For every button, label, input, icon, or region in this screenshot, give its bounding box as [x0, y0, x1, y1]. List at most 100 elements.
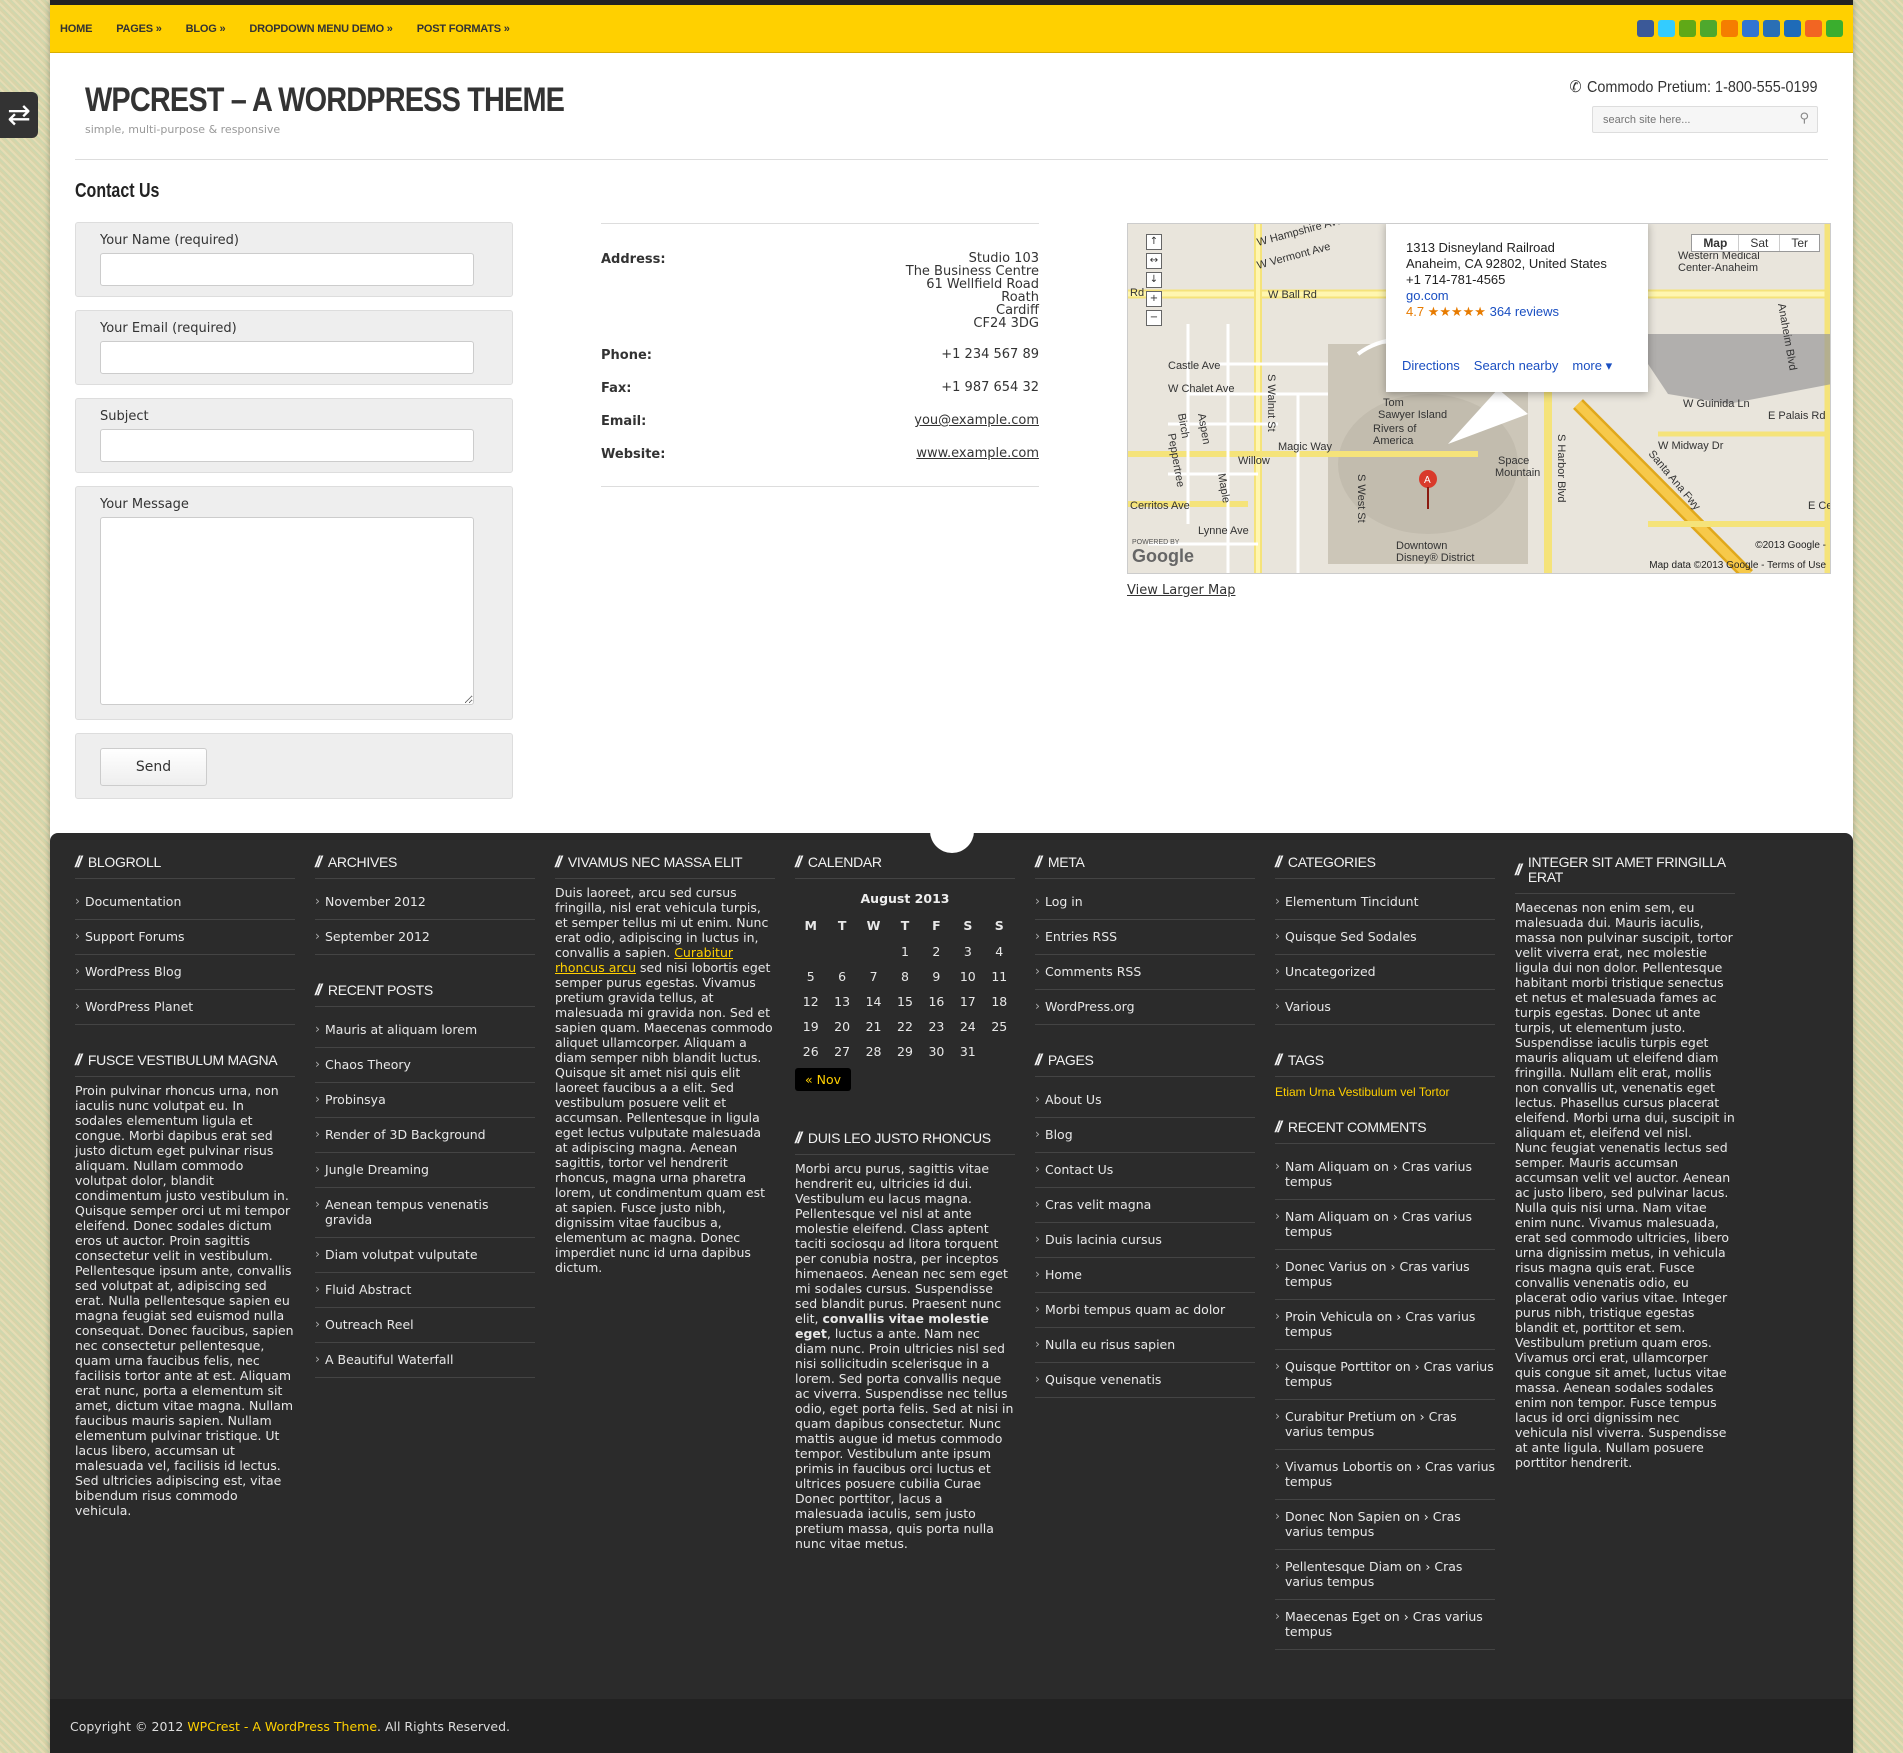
- list-item[interactable]: Outreach Reel: [315, 1308, 535, 1343]
- nav-item-dropdown-demo[interactable]: Dropdown Menu Demo »: [249, 23, 392, 35]
- pan-left-right-icon[interactable]: ↔: [1146, 253, 1162, 269]
- blogger-icon[interactable]: [1721, 20, 1738, 37]
- site-title[interactable]: WPCREST – A WORDPRESS THEME: [85, 81, 565, 120]
- list-item[interactable]: Log in: [1035, 885, 1255, 920]
- list-item[interactable]: Cras velit magna: [1035, 1188, 1255, 1223]
- tag-cloud[interactable]: Etiam Urna Vestibulum vel Tortor: [1275, 1085, 1495, 1100]
- google-icon[interactable]: [1679, 20, 1696, 37]
- calendar-day: [795, 939, 826, 964]
- comment-item[interactable]: Quisque Porttitor on › Cras varius tempu…: [1275, 1350, 1495, 1400]
- list-item[interactable]: Probinsya: [315, 1083, 535, 1118]
- rss-icon[interactable]: [1805, 20, 1822, 37]
- email-field[interactable]: [100, 341, 474, 374]
- skype-icon[interactable]: [1826, 20, 1843, 37]
- name-field[interactable]: [100, 253, 474, 286]
- digg-icon[interactable]: [1784, 20, 1801, 37]
- fax-value: +1 987 654 32: [941, 380, 1039, 395]
- comment-author[interactable]: Curabitur Pretium on ›: [1285, 1409, 1429, 1424]
- list-item[interactable]: Diam volutpat vulputate: [315, 1238, 535, 1273]
- comment-author[interactable]: Nam Aliquam on ›: [1285, 1209, 1402, 1224]
- twitter-icon[interactable]: [1658, 20, 1675, 37]
- list-item[interactable]: Fluid Abstract: [315, 1273, 535, 1308]
- nav-item-home[interactable]: Home: [60, 23, 92, 35]
- comment-item[interactable]: Donec Varius on › Cras varius tempus: [1275, 1250, 1495, 1300]
- pan-down-icon[interactable]: ↓: [1146, 272, 1162, 288]
- website-link[interactable]: www.example.com: [916, 446, 1039, 461]
- list-item[interactable]: WordPress Planet: [75, 990, 295, 1025]
- list-item[interactable]: WordPress Blog: [75, 955, 295, 990]
- comment-author[interactable]: Quisque Porttitor on ›: [1285, 1359, 1424, 1374]
- subject-field[interactable]: [100, 429, 474, 462]
- comment-author[interactable]: Proin Vehicula on ›: [1285, 1309, 1405, 1324]
- comment-author[interactable]: Pellentesque Diam on ›: [1285, 1559, 1434, 1574]
- google-map[interactable]: A W Ball Rd Magic Way Cerritos Ave W Mid…: [1127, 223, 1831, 574]
- zoom-in-icon[interactable]: +: [1146, 291, 1162, 307]
- facebook-icon[interactable]: [1637, 20, 1654, 37]
- view-larger-map-link[interactable]: View Larger Map: [1127, 583, 1235, 598]
- list-item[interactable]: Elementum Tincidunt: [1275, 885, 1495, 920]
- comment-author[interactable]: Donec Non Sapien on ›: [1285, 1509, 1433, 1524]
- list-item[interactable]: Quisque venenatis: [1035, 1363, 1255, 1398]
- comment-author[interactable]: Vivamus Lobortis on ›: [1285, 1459, 1425, 1474]
- comment-item[interactable]: Nam Aliquam on › Cras varius tempus: [1275, 1200, 1495, 1250]
- list-item[interactable]: Contact Us: [1035, 1153, 1255, 1188]
- list-item[interactable]: Various: [1275, 990, 1495, 1025]
- nav-item-blog[interactable]: Blog »: [186, 23, 226, 35]
- search-input[interactable]: [1593, 107, 1783, 132]
- list-item[interactable]: Home: [1035, 1258, 1255, 1293]
- more-link[interactable]: more ▾: [1572, 358, 1612, 374]
- search-icon[interactable]: ⚲: [1799, 111, 1809, 126]
- pan-up-icon[interactable]: ↑: [1146, 234, 1162, 250]
- popup-reviews-link[interactable]: 364 reviews: [1490, 304, 1559, 319]
- copyright-link[interactable]: WPCrest - A WordPress Theme: [187, 1719, 377, 1734]
- list-item[interactable]: Jungle Dreaming: [315, 1153, 535, 1188]
- delicious-icon[interactable]: [1742, 20, 1759, 37]
- comment-author[interactable]: Maecenas Eget on ›: [1285, 1609, 1413, 1624]
- calendar-prev-link[interactable]: « Nov: [795, 1068, 852, 1091]
- comment-author[interactable]: Nam Aliquam on ›: [1285, 1159, 1402, 1174]
- list-item[interactable]: Duis lacinia cursus: [1035, 1223, 1255, 1258]
- style-switcher-icon[interactable]: ⇄: [0, 92, 38, 138]
- map-type-sat[interactable]: Sat: [1738, 235, 1779, 251]
- comment-item[interactable]: Proin Vehicula on › Cras varius tempus: [1275, 1300, 1495, 1350]
- search-nearby-link[interactable]: Search nearby: [1474, 358, 1559, 374]
- list-item[interactable]: WordPress.org: [1035, 990, 1255, 1025]
- map-type-ter[interactable]: Ter: [1779, 235, 1819, 251]
- comment-item[interactable]: Maecenas Eget on › Cras varius tempus: [1275, 1600, 1495, 1650]
- email-link[interactable]: you@example.com: [914, 413, 1039, 428]
- list-item[interactable]: Chaos Theory: [315, 1048, 535, 1083]
- zoom-out-icon[interactable]: −: [1146, 310, 1162, 326]
- list-item[interactable]: Uncategorized: [1275, 955, 1495, 990]
- list-item[interactable]: Render of 3D Background: [315, 1118, 535, 1153]
- list-item[interactable]: November 2012: [315, 885, 535, 920]
- list-item[interactable]: Quisque Sed Sodales: [1275, 920, 1495, 955]
- list-item[interactable]: Support Forums: [75, 920, 295, 955]
- directions-link[interactable]: Directions: [1402, 358, 1460, 374]
- nav-item-pages[interactable]: Pages »: [116, 23, 162, 35]
- comment-item[interactable]: Pellentesque Diam on › Cras varius tempu…: [1275, 1550, 1495, 1600]
- list-item[interactable]: About Us: [1035, 1083, 1255, 1118]
- send-button[interactable]: Send: [100, 748, 207, 786]
- list-item[interactable]: Morbi tempus quam ac dolor: [1035, 1293, 1255, 1328]
- list-item[interactable]: Aenean tempus venenatis gravida: [315, 1188, 535, 1238]
- comment-author[interactable]: Donec Varius on ›: [1285, 1259, 1400, 1274]
- list-item[interactable]: Documentation: [75, 885, 295, 920]
- message-field[interactable]: [100, 517, 474, 705]
- comment-item[interactable]: Nam Aliquam on › Cras varius tempus: [1275, 1150, 1495, 1200]
- map-copyright[interactable]: Map data ©2013 Google - Terms of Use: [1649, 560, 1826, 571]
- map-type-map[interactable]: Map: [1692, 235, 1738, 251]
- stumbleupon-icon[interactable]: [1700, 20, 1717, 37]
- list-item[interactable]: Comments RSS: [1035, 955, 1255, 990]
- nav-item-post-formats[interactable]: Post Formats »: [417, 23, 510, 35]
- list-item[interactable]: Entries RSS: [1035, 920, 1255, 955]
- comment-item[interactable]: Donec Non Sapien on › Cras varius tempus: [1275, 1500, 1495, 1550]
- list-item[interactable]: Nulla eu risus sapien: [1035, 1328, 1255, 1363]
- list-item[interactable]: September 2012: [315, 920, 535, 955]
- comment-item[interactable]: Vivamus Lobortis on › Cras varius tempus: [1275, 1450, 1495, 1500]
- comment-item[interactable]: Curabitur Pretium on › Cras varius tempu…: [1275, 1400, 1495, 1450]
- list-item[interactable]: Blog: [1035, 1118, 1255, 1153]
- myspace-icon[interactable]: [1763, 20, 1780, 37]
- list-item[interactable]: A Beautiful Waterfall: [315, 1343, 535, 1378]
- list-item[interactable]: Mauris at aliquam lorem: [315, 1013, 535, 1048]
- popup-website-link[interactable]: go.com: [1406, 288, 1628, 304]
